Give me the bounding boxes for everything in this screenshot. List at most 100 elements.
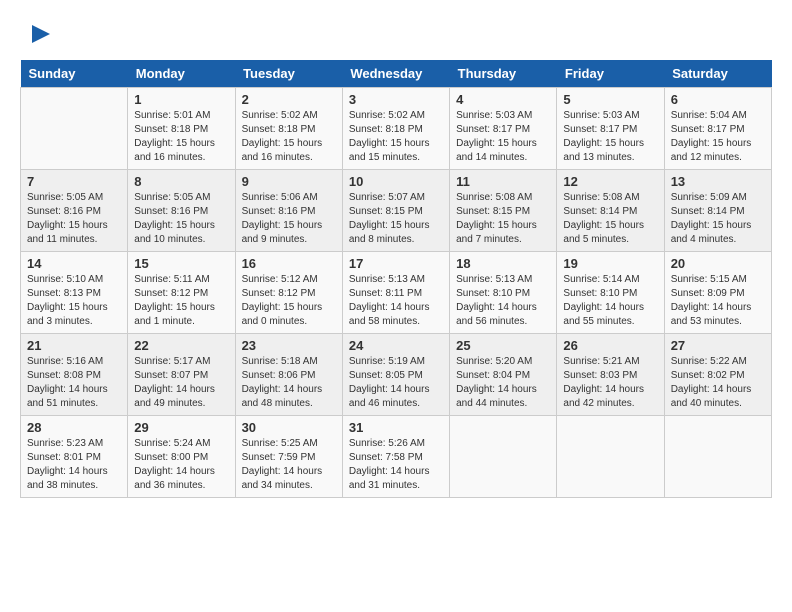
day-number: 6 (671, 92, 765, 107)
calendar-cell: 23 Sunrise: 5:18 AMSunset: 8:06 PMDaylig… (235, 334, 342, 416)
calendar-cell: 30 Sunrise: 5:25 AMSunset: 7:59 PMDaylig… (235, 416, 342, 498)
day-number: 29 (134, 420, 228, 435)
day-number: 2 (242, 92, 336, 107)
calendar-cell: 12 Sunrise: 5:08 AMSunset: 8:14 PMDaylig… (557, 170, 664, 252)
day-number: 7 (27, 174, 121, 189)
day-info: Sunrise: 5:19 AMSunset: 8:05 PMDaylight:… (349, 355, 443, 411)
calendar-week-row: 21 Sunrise: 5:16 AMSunset: 8:08 PMDaylig… (21, 334, 772, 416)
day-number: 25 (456, 338, 550, 353)
day-number: 20 (671, 256, 765, 271)
day-info: Sunrise: 5:09 AMSunset: 8:14 PMDaylight:… (671, 191, 765, 247)
calendar-cell: 4 Sunrise: 5:03 AMSunset: 8:17 PMDayligh… (450, 88, 557, 170)
day-number: 5 (563, 92, 657, 107)
day-info: Sunrise: 5:26 AMSunset: 7:58 PMDaylight:… (349, 437, 443, 493)
day-number: 11 (456, 174, 550, 189)
calendar-cell: 28 Sunrise: 5:23 AMSunset: 8:01 PMDaylig… (21, 416, 128, 498)
day-number: 3 (349, 92, 443, 107)
logo-icon (22, 20, 52, 50)
day-info: Sunrise: 5:02 AMSunset: 8:18 PMDaylight:… (349, 109, 443, 165)
day-number: 31 (349, 420, 443, 435)
day-number: 30 (242, 420, 336, 435)
day-info: Sunrise: 5:25 AMSunset: 7:59 PMDaylight:… (242, 437, 336, 493)
weekday-header-row: SundayMondayTuesdayWednesdayThursdayFrid… (21, 60, 772, 88)
weekday-header-tuesday: Tuesday (235, 60, 342, 88)
day-number: 13 (671, 174, 765, 189)
calendar-cell: 16 Sunrise: 5:12 AMSunset: 8:12 PMDaylig… (235, 252, 342, 334)
day-number: 24 (349, 338, 443, 353)
calendar-cell: 25 Sunrise: 5:20 AMSunset: 8:04 PMDaylig… (450, 334, 557, 416)
day-number: 21 (27, 338, 121, 353)
calendar-cell: 19 Sunrise: 5:14 AMSunset: 8:10 PMDaylig… (557, 252, 664, 334)
calendar-week-row: 7 Sunrise: 5:05 AMSunset: 8:16 PMDayligh… (21, 170, 772, 252)
weekday-header-monday: Monday (128, 60, 235, 88)
calendar-cell: 2 Sunrise: 5:02 AMSunset: 8:18 PMDayligh… (235, 88, 342, 170)
day-number: 4 (456, 92, 550, 107)
calendar-cell: 24 Sunrise: 5:19 AMSunset: 8:05 PMDaylig… (342, 334, 449, 416)
day-info: Sunrise: 5:06 AMSunset: 8:16 PMDaylight:… (242, 191, 336, 247)
calendar-cell: 14 Sunrise: 5:10 AMSunset: 8:13 PMDaylig… (21, 252, 128, 334)
day-number: 26 (563, 338, 657, 353)
day-number: 28 (27, 420, 121, 435)
day-info: Sunrise: 5:22 AMSunset: 8:02 PMDaylight:… (671, 355, 765, 411)
calendar-cell: 11 Sunrise: 5:08 AMSunset: 8:15 PMDaylig… (450, 170, 557, 252)
weekday-header-friday: Friday (557, 60, 664, 88)
day-info: Sunrise: 5:20 AMSunset: 8:04 PMDaylight:… (456, 355, 550, 411)
day-number: 10 (349, 174, 443, 189)
day-info: Sunrise: 5:04 AMSunset: 8:17 PMDaylight:… (671, 109, 765, 165)
calendar-cell: 10 Sunrise: 5:07 AMSunset: 8:15 PMDaylig… (342, 170, 449, 252)
day-info: Sunrise: 5:11 AMSunset: 8:12 PMDaylight:… (134, 273, 228, 329)
calendar-cell: 31 Sunrise: 5:26 AMSunset: 7:58 PMDaylig… (342, 416, 449, 498)
day-info: Sunrise: 5:01 AMSunset: 8:18 PMDaylight:… (134, 109, 228, 165)
calendar-cell: 13 Sunrise: 5:09 AMSunset: 8:14 PMDaylig… (664, 170, 771, 252)
day-info: Sunrise: 5:14 AMSunset: 8:10 PMDaylight:… (563, 273, 657, 329)
calendar-cell: 27 Sunrise: 5:22 AMSunset: 8:02 PMDaylig… (664, 334, 771, 416)
weekday-header-wednesday: Wednesday (342, 60, 449, 88)
day-info: Sunrise: 5:10 AMSunset: 8:13 PMDaylight:… (27, 273, 121, 329)
calendar-cell: 20 Sunrise: 5:15 AMSunset: 8:09 PMDaylig… (664, 252, 771, 334)
calendar-cell (21, 88, 128, 170)
day-number: 23 (242, 338, 336, 353)
day-info: Sunrise: 5:21 AMSunset: 8:03 PMDaylight:… (563, 355, 657, 411)
calendar-cell: 29 Sunrise: 5:24 AMSunset: 8:00 PMDaylig… (128, 416, 235, 498)
day-number: 15 (134, 256, 228, 271)
calendar-cell: 5 Sunrise: 5:03 AMSunset: 8:17 PMDayligh… (557, 88, 664, 170)
calendar-cell: 8 Sunrise: 5:05 AMSunset: 8:16 PMDayligh… (128, 170, 235, 252)
calendar-cell: 22 Sunrise: 5:17 AMSunset: 8:07 PMDaylig… (128, 334, 235, 416)
day-info: Sunrise: 5:08 AMSunset: 8:15 PMDaylight:… (456, 191, 550, 247)
day-number: 14 (27, 256, 121, 271)
day-number: 22 (134, 338, 228, 353)
calendar-cell: 9 Sunrise: 5:06 AMSunset: 8:16 PMDayligh… (235, 170, 342, 252)
calendar-cell: 21 Sunrise: 5:16 AMSunset: 8:08 PMDaylig… (21, 334, 128, 416)
day-number: 16 (242, 256, 336, 271)
day-info: Sunrise: 5:16 AMSunset: 8:08 PMDaylight:… (27, 355, 121, 411)
day-number: 19 (563, 256, 657, 271)
calendar-cell: 26 Sunrise: 5:21 AMSunset: 8:03 PMDaylig… (557, 334, 664, 416)
day-info: Sunrise: 5:05 AMSunset: 8:16 PMDaylight:… (27, 191, 121, 247)
calendar-cell: 3 Sunrise: 5:02 AMSunset: 8:18 PMDayligh… (342, 88, 449, 170)
day-info: Sunrise: 5:03 AMSunset: 8:17 PMDaylight:… (563, 109, 657, 165)
weekday-header-thursday: Thursday (450, 60, 557, 88)
calendar-week-row: 1 Sunrise: 5:01 AMSunset: 8:18 PMDayligh… (21, 88, 772, 170)
day-number: 17 (349, 256, 443, 271)
calendar-cell: 6 Sunrise: 5:04 AMSunset: 8:17 PMDayligh… (664, 88, 771, 170)
calendar-week-row: 14 Sunrise: 5:10 AMSunset: 8:13 PMDaylig… (21, 252, 772, 334)
day-info: Sunrise: 5:03 AMSunset: 8:17 PMDaylight:… (456, 109, 550, 165)
calendar-cell: 7 Sunrise: 5:05 AMSunset: 8:16 PMDayligh… (21, 170, 128, 252)
calendar-cell: 1 Sunrise: 5:01 AMSunset: 8:18 PMDayligh… (128, 88, 235, 170)
day-info: Sunrise: 5:05 AMSunset: 8:16 PMDaylight:… (134, 191, 228, 247)
day-info: Sunrise: 5:12 AMSunset: 8:12 PMDaylight:… (242, 273, 336, 329)
day-info: Sunrise: 5:17 AMSunset: 8:07 PMDaylight:… (134, 355, 228, 411)
day-info: Sunrise: 5:13 AMSunset: 8:10 PMDaylight:… (456, 273, 550, 329)
calendar-cell: 15 Sunrise: 5:11 AMSunset: 8:12 PMDaylig… (128, 252, 235, 334)
day-number: 9 (242, 174, 336, 189)
calendar-table: SundayMondayTuesdayWednesdayThursdayFrid… (20, 60, 772, 498)
day-number: 18 (456, 256, 550, 271)
day-info: Sunrise: 5:18 AMSunset: 8:06 PMDaylight:… (242, 355, 336, 411)
calendar-cell (664, 416, 771, 498)
calendar-cell: 17 Sunrise: 5:13 AMSunset: 8:11 PMDaylig… (342, 252, 449, 334)
weekday-header-saturday: Saturday (664, 60, 771, 88)
weekday-header-sunday: Sunday (21, 60, 128, 88)
day-info: Sunrise: 5:08 AMSunset: 8:14 PMDaylight:… (563, 191, 657, 247)
page-header (20, 20, 772, 50)
day-info: Sunrise: 5:13 AMSunset: 8:11 PMDaylight:… (349, 273, 443, 329)
